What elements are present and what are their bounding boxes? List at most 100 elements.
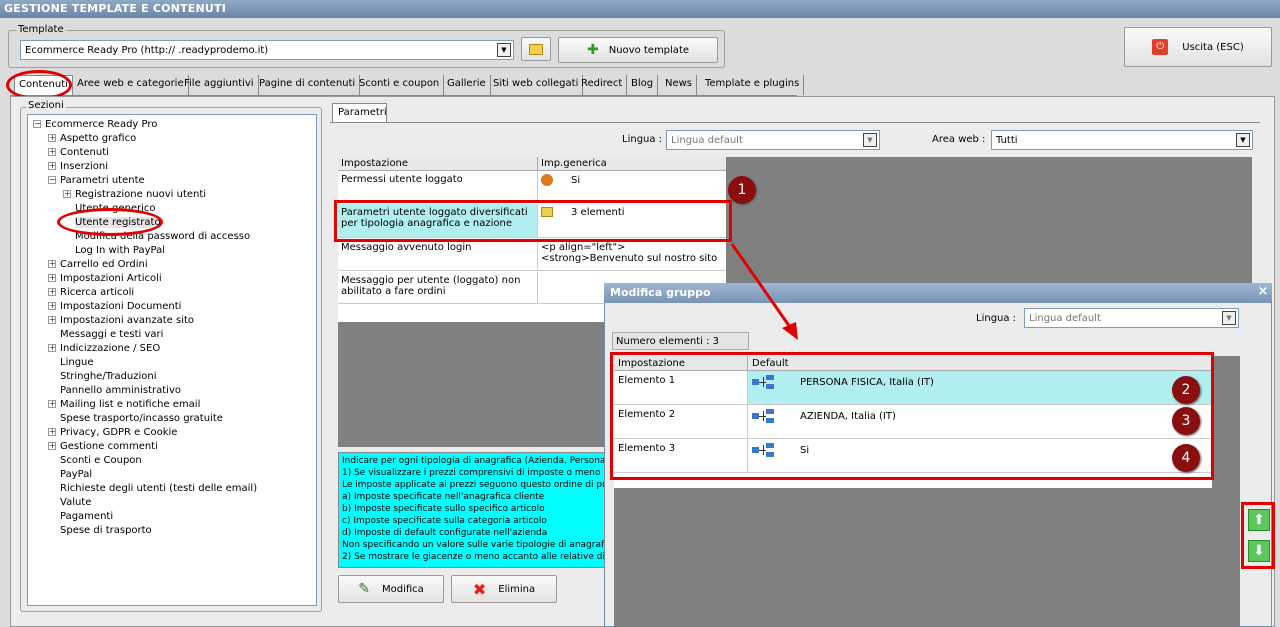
edit-button[interactable]: ✎ Modifica	[338, 575, 444, 603]
add-icon: ✚	[586, 42, 599, 58]
tree-item[interactable]: + Indicizzazione / SEO	[48, 343, 160, 354]
folder-icon	[529, 43, 543, 55]
lingua-label: Lingua :	[622, 134, 663, 145]
tree-item[interactable]: Spese di trasporto	[48, 525, 152, 536]
params-col-generica: Imp.generica	[538, 157, 726, 171]
expand-icon[interactable]: +	[48, 134, 56, 142]
tree-item[interactable]: Stringhe/Traduzioni	[48, 371, 157, 382]
help-line: a) Imposte specificate nell'anagrafica c…	[342, 492, 545, 502]
tree-item[interactable]: + Gestione commenti	[48, 441, 158, 452]
expand-icon[interactable]: +	[48, 288, 56, 296]
tree-item[interactable]: + Carrello ed Ordini	[48, 259, 148, 270]
param-row-value[interactable]: Si	[538, 171, 726, 203]
expand-icon[interactable]: +	[48, 442, 56, 450]
collapse-icon[interactable]: −	[48, 176, 56, 184]
chevron-down-icon[interactable]: ▼	[1222, 311, 1236, 325]
tree-item[interactable]: Pagamenti	[48, 511, 113, 522]
tree-item[interactable]: Messaggi e testi vari	[48, 329, 163, 340]
expand-icon[interactable]: +	[48, 316, 56, 324]
expand-icon[interactable]: +	[48, 260, 56, 268]
tree-item[interactable]: + Registrazione nuovi utenti	[63, 189, 206, 200]
tree-item[interactable]: + Impostazioni Articoli	[48, 273, 162, 284]
marker-3: 3	[1172, 407, 1200, 435]
annotation-arrow	[730, 243, 798, 340]
tab-aree-web[interactable]: Aree web e categorie	[73, 75, 189, 95]
expand-icon[interactable]: +	[63, 190, 71, 198]
param-row-name[interactable]: Messaggio avvenuto login	[338, 239, 538, 271]
tab-file-aggiuntivi[interactable]: File aggiuntivi	[180, 75, 259, 95]
tree-item[interactable]: + Aspetto grafico	[48, 133, 136, 144]
dialog-lingua-select[interactable]: Lingua default ▼	[1024, 308, 1239, 328]
tree-item[interactable]: PayPal	[48, 469, 92, 480]
expand-icon[interactable]: +	[48, 162, 56, 170]
tab-parametri[interactable]: Parametri	[332, 103, 387, 123]
expand-icon[interactable]: +	[48, 400, 56, 408]
chevron-down-icon[interactable]: ▼	[497, 43, 511, 57]
exit-label: Uscita (ESC)	[1182, 41, 1244, 53]
tree-item[interactable]: + Contenuti	[48, 147, 109, 158]
param-row-name[interactable]: Messaggio per utente (loggato) non abili…	[338, 272, 538, 304]
help-line: 1) Se visualizzare i prezzi comprensivi …	[342, 468, 601, 478]
tree-item[interactable]: Richieste degli utenti (testi delle emai…	[48, 483, 257, 494]
help-line: d) Imposte di default configurate nell'a…	[342, 528, 548, 538]
tree-item[interactable]: + Ricerca articoli	[48, 287, 134, 298]
tab-blog[interactable]: Blog	[627, 75, 659, 95]
user-icon	[541, 174, 553, 186]
chevron-down-icon[interactable]: ▼	[1236, 133, 1250, 147]
tab-redirect[interactable]: Redirect	[577, 75, 628, 95]
expand-icon[interactable]: +	[48, 302, 56, 310]
tree-item[interactable]: Spese trasporto/incasso gratuite	[48, 413, 223, 424]
open-folder-button[interactable]	[521, 37, 551, 61]
param-row-name[interactable]: Permessi utente loggato	[338, 171, 538, 203]
help-line: Non specificando un valore sulle varie t…	[342, 540, 608, 550]
delete-x-icon: ✖	[472, 579, 487, 599]
new-template-button[interactable]: ✚ Nuovo template	[558, 37, 718, 63]
lingua-select[interactable]: Lingua default ▼	[666, 130, 880, 150]
expand-icon[interactable]: +	[48, 148, 56, 156]
tab-news[interactable]: News	[661, 75, 698, 95]
marker-4: 4	[1172, 444, 1200, 472]
tree-item[interactable]: Valute	[48, 497, 91, 508]
tree-item[interactable]: + Impostazioni avanzate sito	[48, 315, 194, 326]
marker-2: 2	[1172, 376, 1200, 404]
collapse-icon[interactable]: −	[33, 120, 41, 128]
dialog-lingua-value: Lingua default	[1029, 312, 1101, 324]
new-template-label: Nuovo template	[608, 44, 690, 56]
tree-item[interactable]: Lingue	[48, 357, 94, 368]
tab-pagine-contenuti[interactable]: Pagine di contenuti	[255, 75, 361, 95]
window-title: GESTIONE TEMPLATE E CONTENUTI	[0, 0, 1280, 18]
annotation-box-1	[334, 200, 732, 242]
annotation-box-arrows	[1241, 502, 1275, 569]
tree-item[interactable]: − Parametri utente	[48, 175, 145, 186]
chevron-down-icon[interactable]: ▼	[863, 133, 877, 147]
tree-item[interactable]: + Mailing list e notifiche email	[48, 399, 200, 410]
template-select[interactable]: Ecommerce Ready Pro (http:// .readyprode…	[20, 40, 514, 60]
tree-item[interactable]: + Privacy, GDPR e Cookie	[48, 427, 177, 438]
tab-gallerie[interactable]: Gallerie	[443, 75, 491, 95]
help-line: b) Imposte specificate sullo specifico a…	[342, 504, 545, 514]
param-row-value[interactable]: <p align="left"><strong>Benvenuto sul no…	[538, 239, 726, 271]
tree-item[interactable]: + Impostazioni Documenti	[48, 301, 181, 312]
tab-sconti-coupon[interactable]: Sconti e coupon	[355, 75, 445, 95]
expand-icon[interactable]: +	[48, 428, 56, 436]
annotation-oval-tree	[57, 208, 163, 236]
tree-root[interactable]: − Ecommerce Ready Pro	[33, 119, 157, 130]
tree-item[interactable]: Sconti e Coupon	[48, 455, 142, 466]
exit-button[interactable]: ⏻ Uscita (ESC)	[1124, 27, 1272, 67]
help-line: Le imposte applicate ai prezzi seguono q…	[342, 480, 608, 490]
close-icon[interactable]: ×	[1256, 285, 1270, 299]
tree-item[interactable]: Log In with PayPal	[63, 245, 165, 256]
pencil-icon: ✎	[358, 581, 370, 597]
help-text: Indicare per ogni tipologia di anagrafic…	[338, 452, 608, 568]
tree-item[interactable]: + Inserzioni	[48, 161, 108, 172]
area-web-label: Area web :	[932, 134, 986, 145]
tab-template-plugins[interactable]: Template e plugins	[701, 75, 805, 95]
delete-button[interactable]: ✖ Elimina	[451, 575, 557, 603]
sections-label: Sezioni	[26, 100, 66, 111]
expand-icon[interactable]: +	[48, 344, 56, 352]
area-web-value: Tutti	[996, 134, 1018, 146]
area-web-select[interactable]: Tutti ▼	[991, 130, 1253, 150]
expand-icon[interactable]: +	[48, 274, 56, 282]
tab-siti-collegati[interactable]: Siti web collegati	[489, 75, 584, 95]
tree-item[interactable]: Pannello amministrativo	[48, 385, 181, 396]
